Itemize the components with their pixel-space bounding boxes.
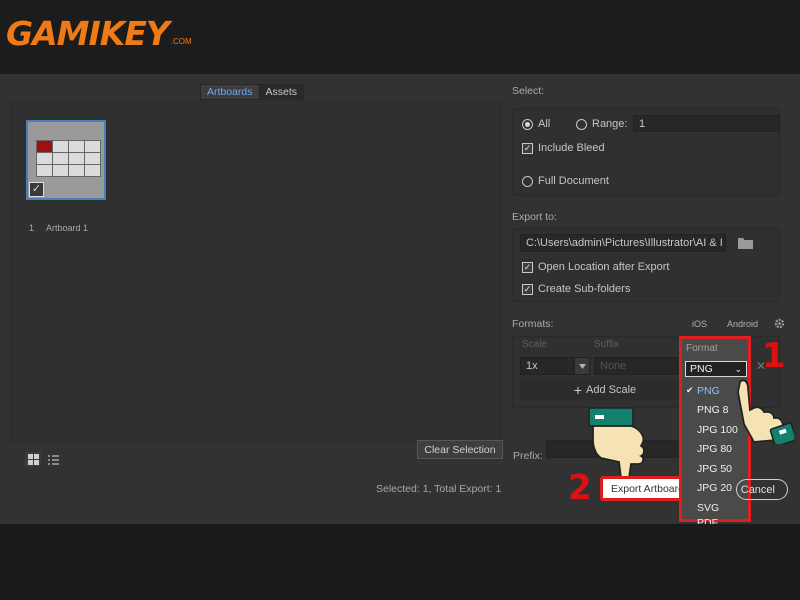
view-toggle: [25, 452, 61, 466]
scale-dropdown-chevron-icon[interactable]: [574, 357, 590, 375]
full-document-option[interactable]: Full Document: [522, 175, 609, 187]
prefix-label: Prefix:: [513, 450, 543, 462]
ios-preset-link[interactable]: iOS: [692, 319, 707, 329]
gamikey-logo: GAMIKEY .COM: [6, 12, 192, 52]
format-option-svg[interactable]: SVG: [683, 498, 749, 518]
suffix-input[interactable]: None: [594, 357, 678, 375]
list-view-icon[interactable]: [45, 452, 61, 466]
add-scale-label: Add Scale: [586, 384, 637, 396]
gear-icon[interactable]: [774, 318, 785, 332]
range-label: Range:: [592, 118, 628, 130]
export-for-screens-dialog: Artboards Assets ✓ 1 Artboard 1 Clear Se…: [0, 74, 800, 528]
pointing-hand-icon: [732, 378, 797, 447]
scale-select[interactable]: 1x: [520, 357, 574, 375]
full-document-label: Full Document: [538, 175, 609, 187]
format-select[interactable]: PNG ⌄: [685, 361, 747, 377]
logo-text: GAMIKEY: [6, 14, 170, 53]
add-scale-button[interactable]: + Add Scale: [520, 380, 690, 400]
open-location-label: Open Location after Export: [538, 261, 670, 273]
range-option[interactable]: Range:: [576, 118, 627, 130]
range-radio[interactable]: [576, 118, 587, 130]
panel-tabs: Artboards Assets: [200, 84, 305, 100]
plus-icon: +: [573, 382, 583, 398]
artboard-number: 1: [29, 223, 35, 233]
export-to-label: Export to:: [512, 211, 557, 223]
create-subfolders-label: Create Sub-folders: [538, 283, 631, 295]
full-document-radio[interactable]: [522, 175, 533, 187]
scale-header: Scale: [522, 339, 548, 350]
include-bleed-option[interactable]: ✓ Include Bleed: [522, 142, 605, 154]
select-label: Select:: [512, 85, 545, 97]
step-1-annotation: 1: [762, 336, 786, 376]
all-radio[interactable]: [522, 118, 533, 130]
suffix-header: Suffix: [594, 339, 619, 350]
include-bleed-checkbox[interactable]: ✓: [522, 142, 533, 154]
checkmark-icon: ✔: [686, 385, 694, 396]
formats-label: Formats:: [512, 318, 554, 330]
export-path-input[interactable]: C:\Users\admin\Pictures\Illustrator\AI &…: [520, 234, 726, 252]
site-header: GAMIKEY .COM: [0, 0, 800, 74]
range-input[interactable]: 1: [633, 115, 780, 132]
artboard-checkbox[interactable]: ✓: [29, 182, 44, 197]
open-location-option[interactable]: ✓ Open Location after Export: [522, 261, 669, 273]
bottom-background: [0, 524, 800, 600]
grid-view-icon[interactable]: [25, 452, 41, 466]
create-subfolders-option[interactable]: ✓ Create Sub-folders: [522, 283, 630, 295]
selection-status: Selected: 1, Total Export: 1: [376, 483, 502, 495]
chevron-down-icon: ⌄: [734, 363, 742, 374]
format-option-jpg50[interactable]: JPG 50: [683, 459, 749, 479]
artboard-caption: 1 Artboard 1: [29, 223, 88, 233]
format-header: Format: [686, 343, 718, 354]
artboard-preview: [36, 140, 101, 177]
pointing-hand-icon-2: [587, 406, 657, 485]
cancel-button[interactable]: Cancel: [736, 479, 788, 500]
tab-assets[interactable]: Assets: [260, 85, 304, 99]
clear-selection-button[interactable]: Clear Selection: [417, 440, 503, 459]
artboard-grid-area: ✓ 1 Artboard 1: [10, 101, 502, 444]
include-bleed-label: Include Bleed: [538, 142, 605, 154]
artboard-thumbnail[interactable]: ✓: [26, 120, 106, 200]
tab-artboards[interactable]: Artboards: [201, 85, 260, 99]
create-subfolders-checkbox[interactable]: ✓: [522, 283, 533, 295]
step-2-annotation: 2: [568, 468, 592, 508]
all-label: All: [538, 118, 551, 130]
export-settings-panel: Select: All Range: 1 ✓ Include Bleed Ful…: [512, 74, 800, 528]
export-artboard-button[interactable]: Export Artboard: [600, 476, 682, 501]
format-select-value: PNG: [690, 363, 713, 375]
folder-icon[interactable]: [738, 237, 753, 252]
logo-suffix: .COM: [170, 37, 192, 46]
artboard-name: Artboard 1: [46, 223, 89, 233]
all-option[interactable]: All: [522, 118, 550, 130]
open-location-checkbox[interactable]: ✓: [522, 261, 533, 273]
android-preset-link[interactable]: Android: [727, 319, 758, 329]
